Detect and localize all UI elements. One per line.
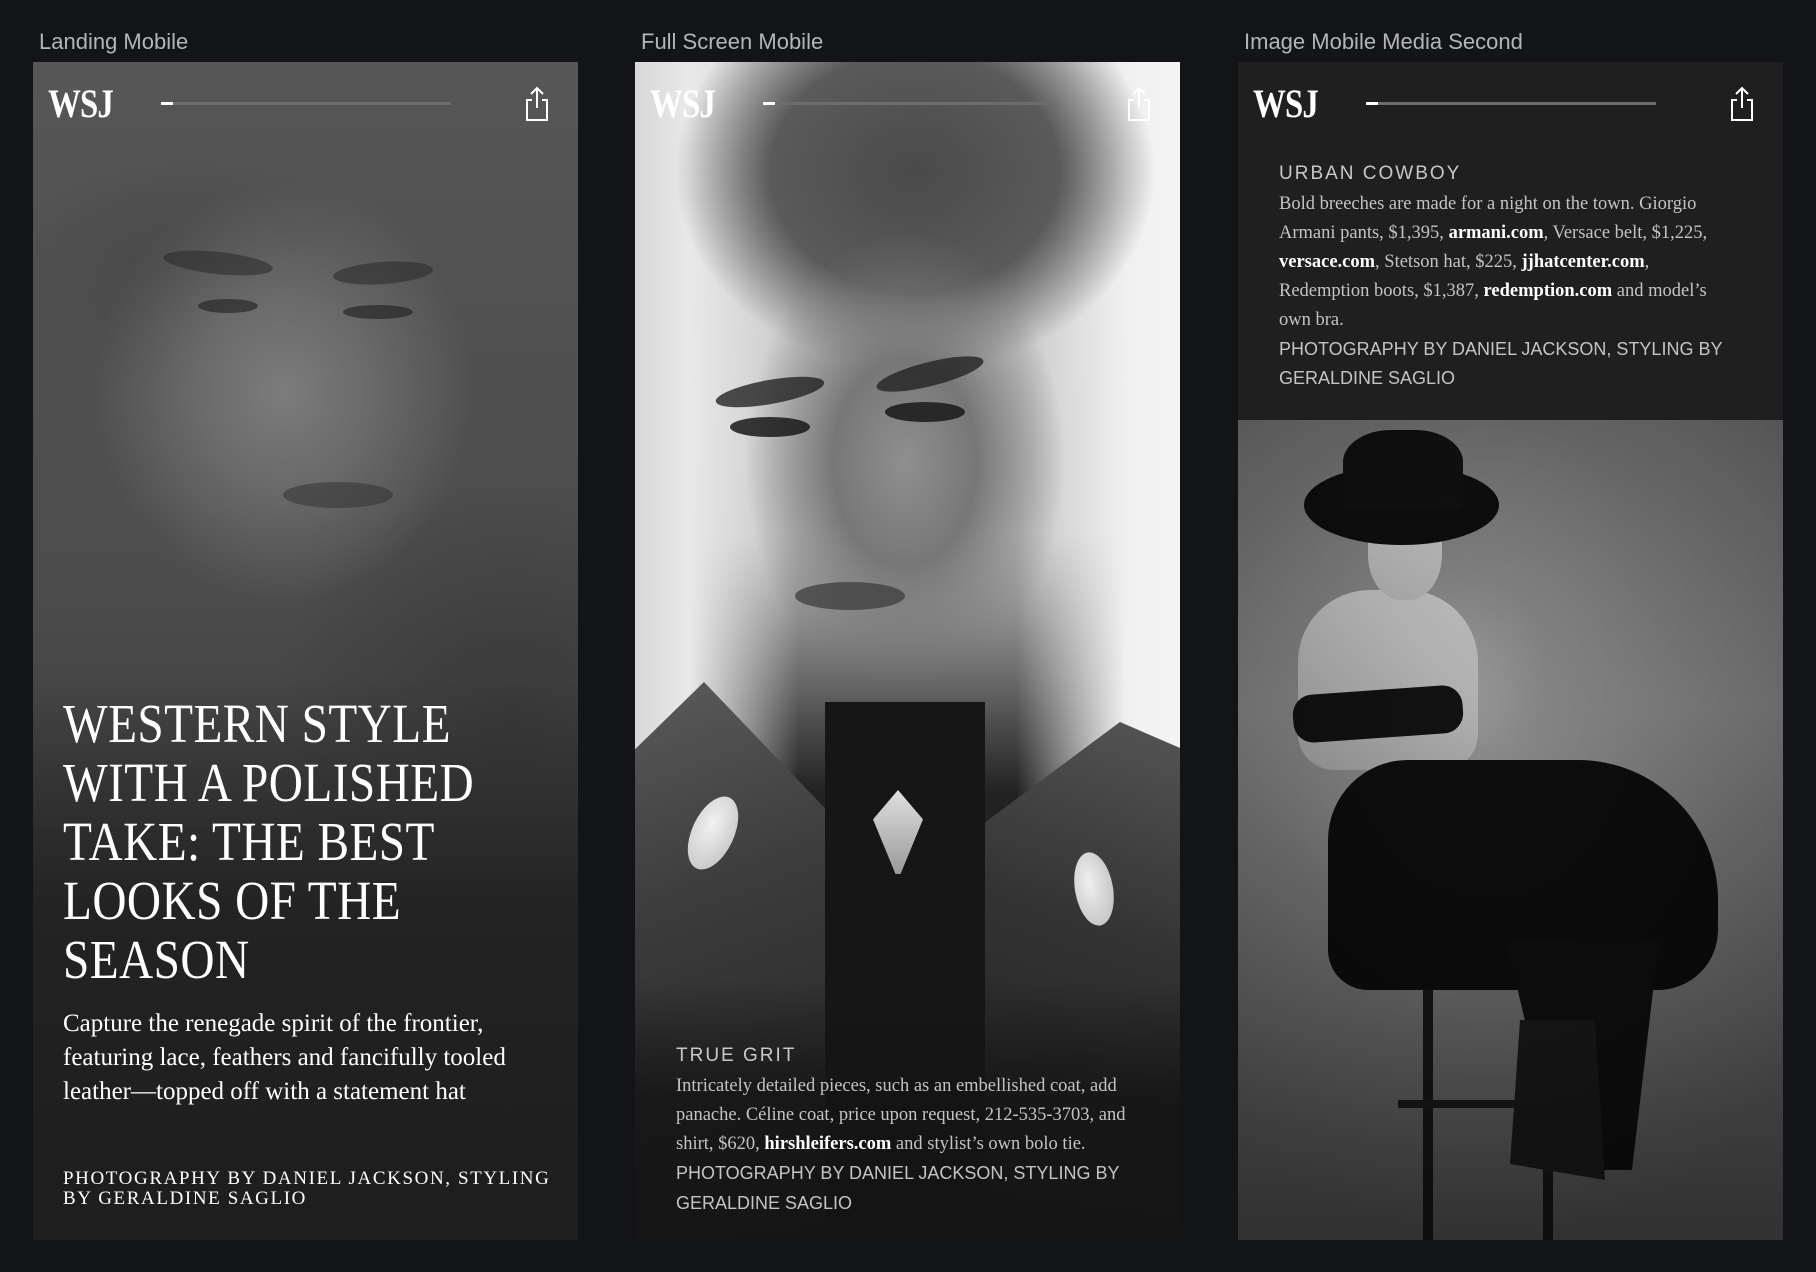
photo-detail [885, 402, 965, 422]
photo-detail [343, 305, 413, 319]
share-icon[interactable] [1126, 86, 1152, 122]
wsj-logo[interactable]: WSJ [650, 82, 716, 126]
caption-link[interactable]: versace.com [1279, 252, 1375, 272]
caption-link[interactable]: redemption.com [1484, 281, 1613, 301]
wsj-logo[interactable]: WSJ [48, 82, 114, 126]
caption-title: URBAN COWBOY [1279, 163, 1462, 184]
share-icon[interactable] [1729, 86, 1755, 122]
photo-detail [1238, 420, 1783, 1240]
progress-fill [763, 102, 775, 105]
progress-fill [1366, 102, 1378, 105]
caption-link[interactable]: hirshleifers.com [764, 1134, 891, 1154]
photo-credit: PHOTOGRAPHY BY DANIEL JACKSON, STYLING B… [63, 1168, 551, 1209]
image-caption: TRUE GRIT Intricately detailed pieces, s… [676, 1044, 1136, 1219]
photo-detail [198, 299, 258, 313]
top-bar: WSJ [1238, 62, 1783, 142]
caption-credit: PHOTOGRAPHY BY DANIEL JACKSON, STYLING B… [676, 1163, 1120, 1213]
progress-bar [161, 102, 451, 105]
wsj-logo[interactable]: WSJ [1253, 82, 1319, 126]
caption-title: TRUE GRIT [676, 1045, 797, 1066]
caption-link[interactable]: armani.com [1449, 223, 1544, 243]
caption-body: Bold breeches are made for a night on th… [1279, 190, 1739, 335]
photo-detail [730, 417, 810, 437]
caption-body: Intricately detailed pieces, such as an … [676, 1072, 1136, 1219]
caption-link[interactable]: jjhatcenter.com [1522, 252, 1645, 272]
caption-text: , Versace belt, $1,225, [1543, 223, 1708, 243]
article-headline: WESTERN STYLE WITH A POLISHED TAKE: THE … [63, 693, 475, 990]
cowboy-photo [1238, 420, 1783, 1240]
top-bar: WSJ [635, 62, 1180, 142]
top-bar: WSJ [33, 62, 578, 142]
photo-detail [283, 482, 393, 508]
full-screen-mobile-frame: WSJ TRUE GRIT Intricately detailed piece… [635, 62, 1180, 1240]
image-caption: URBAN COWBOY Bold breeches are made for … [1279, 162, 1739, 393]
progress-fill [161, 102, 173, 105]
share-icon[interactable] [524, 86, 550, 122]
landing-mobile-frame: WSJ WESTERN STYLE WITH A POLISHED TAKE: … [33, 62, 578, 1240]
image-mobile-media-second-frame: WSJ URBAN COWBOY Bold breeches are made … [1238, 62, 1783, 1240]
progress-bar [763, 102, 1053, 105]
frame-label-full-screen: Full Screen Mobile [641, 29, 824, 54]
caption-text: , Stetson hat, $225, [1375, 252, 1522, 272]
progress-bar [1366, 102, 1656, 105]
article-dek: Capture the renegade spirit of the front… [63, 1010, 506, 1105]
photo-detail [795, 582, 905, 610]
frame-label-landing: Landing Mobile [39, 29, 189, 54]
frame-label-image-media-second: Image Mobile Media Second [1244, 29, 1523, 54]
caption-credit: PHOTOGRAPHY BY DANIEL JACKSON, STYLING B… [1279, 339, 1723, 388]
caption-text: and stylist’s own bolo tie. [891, 1134, 1086, 1154]
